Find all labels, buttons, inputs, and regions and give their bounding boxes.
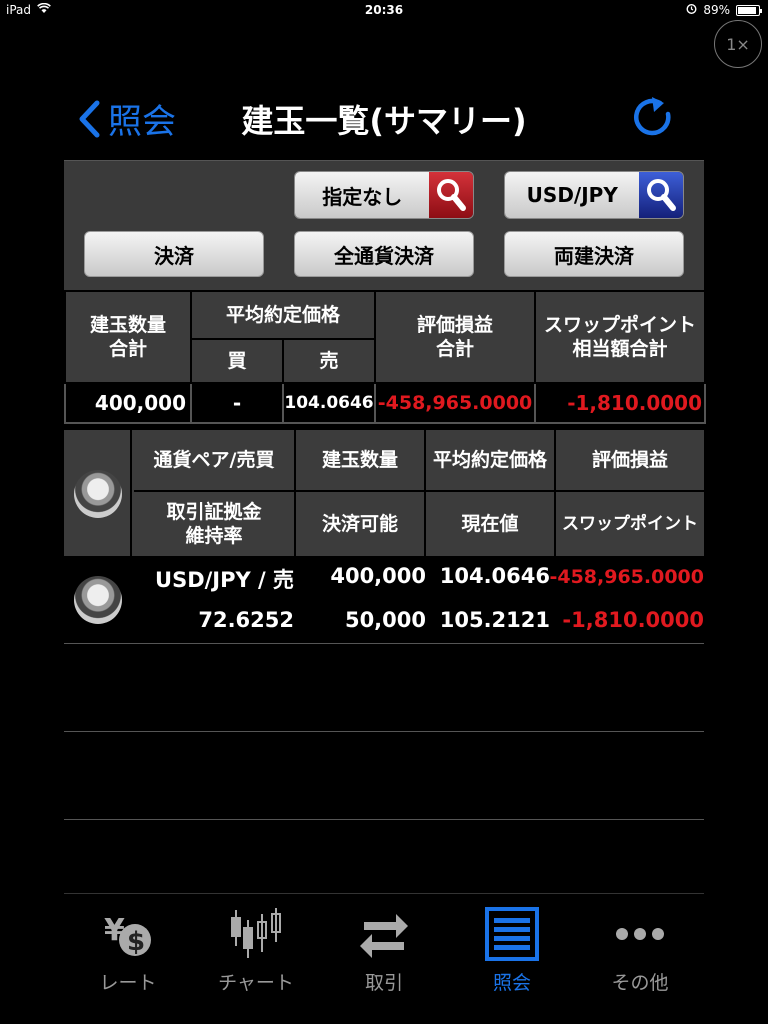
exchange-arrows-icon xyxy=(356,906,412,962)
header-buy: 買 xyxy=(190,338,284,384)
tab-label: 取引 xyxy=(364,972,403,994)
row-qty: 400,000 xyxy=(330,564,426,588)
header-current: 現在値 xyxy=(426,492,556,556)
status-bar: iPad 20:36 89% xyxy=(0,0,768,20)
value-pnl-total: -458,965.0000 xyxy=(374,382,537,424)
header-margin-ratio: 取引証拠金 維持率 xyxy=(134,492,296,556)
row-avg-price: 104.0646 xyxy=(439,564,550,588)
empty-row xyxy=(64,732,704,820)
value-qty-total: 400,000 xyxy=(64,382,192,424)
more-dots-icon xyxy=(612,906,668,962)
filter-currency-button[interactable]: USD/JPY xyxy=(504,171,684,219)
header-swap-total: スワップポイント 相当額合計 xyxy=(534,290,707,384)
value-swap-total: -1,810.0000 xyxy=(534,382,707,424)
header-avg-price: 平均約定価格 xyxy=(426,430,556,492)
select-all-radio[interactable] xyxy=(74,470,122,518)
candlestick-icon xyxy=(228,906,284,962)
row-pair-side: USD/JPY / 売 xyxy=(155,568,294,592)
refresh-button[interactable] xyxy=(630,94,676,140)
tab-label: その他 xyxy=(611,972,669,994)
tab-trade[interactable]: 取引 xyxy=(320,894,448,1024)
battery-percent: 89% xyxy=(703,3,730,17)
row-swap: -1,810.0000 xyxy=(562,608,704,632)
header-swap: スワップポイント xyxy=(562,514,698,534)
filter-position-label: 指定なし xyxy=(295,172,430,218)
clock: 20:36 xyxy=(364,3,404,17)
row-margin-ratio: 72.6252 xyxy=(198,608,294,632)
battery-icon xyxy=(736,4,762,16)
list-icon xyxy=(484,906,540,962)
filter-position-button[interactable]: 指定なし xyxy=(294,171,474,219)
summary-table: 建玉数量 合計 平均約定価格 評価損益 合計 スワップポイント 相当額合計 買 売 4… xyxy=(64,290,707,424)
value-buy: - xyxy=(190,382,284,424)
alarm-icon xyxy=(686,3,697,17)
empty-row xyxy=(64,644,704,732)
settle-both-button[interactable]: 両建決済 xyxy=(504,231,684,277)
value-sell: 104.0646 xyxy=(281,382,377,424)
row-current: 105.2121 xyxy=(439,608,550,632)
header-pnl-total: 評価損益 合計 xyxy=(374,290,537,384)
header-qty-total: 建玉数量 合計 xyxy=(64,290,192,384)
tab-inquiry[interactable]: 照会 xyxy=(448,894,576,1024)
tab-bar: ¥ $ レート チャート 取引 照会 その他 xyxy=(64,893,704,1024)
header-sell: 売 xyxy=(281,338,377,384)
header-pnl: 評価損益 xyxy=(556,430,704,492)
tab-rate[interactable]: ¥ $ レート xyxy=(64,894,192,1024)
header-qty: 建玉数量 xyxy=(296,430,426,492)
refresh-icon xyxy=(634,97,671,136)
row-select-radio[interactable] xyxy=(74,576,122,624)
header-avg-price: 平均約定価格 xyxy=(189,290,377,340)
zoom-badge[interactable]: 1× xyxy=(714,20,762,68)
header-settleable: 決済可能 xyxy=(296,492,426,556)
tab-label: チャート xyxy=(218,972,294,994)
tab-label: レート xyxy=(99,972,157,994)
search-icon xyxy=(639,172,683,218)
table-row[interactable]: USD/JPY / 売 400,000 104.0646 -458,965.00… xyxy=(64,556,704,644)
settle-all-button[interactable]: 全通貨決済 xyxy=(294,231,474,277)
positions-header: 通貨ペア/売買 建玉数量 平均約定価格 評価損益 取引証拠金 維持率 決済可能 現… xyxy=(64,430,704,556)
filter-panel: 指定なし USD/JPY 決済 全通貨決済 両建決済 xyxy=(64,160,704,290)
header-pair-side: 通貨ペア/売買 xyxy=(134,430,296,492)
nav-bar: 照会 建玉一覧(サマリー) xyxy=(0,80,768,150)
row-pnl: -458,965.0000 xyxy=(549,566,704,588)
row-settleable: 50,000 xyxy=(344,608,426,632)
search-icon xyxy=(429,172,473,218)
settle-button[interactable]: 決済 xyxy=(84,231,264,277)
tab-other[interactable]: その他 xyxy=(576,894,704,1024)
tab-label: 照会 xyxy=(492,972,531,994)
filter-currency-label: USD/JPY xyxy=(505,172,640,218)
tab-chart[interactable]: チャート xyxy=(192,894,320,1024)
yen-dollar-icon: ¥ $ xyxy=(100,906,156,962)
svg-text:$: $ xyxy=(127,927,145,957)
